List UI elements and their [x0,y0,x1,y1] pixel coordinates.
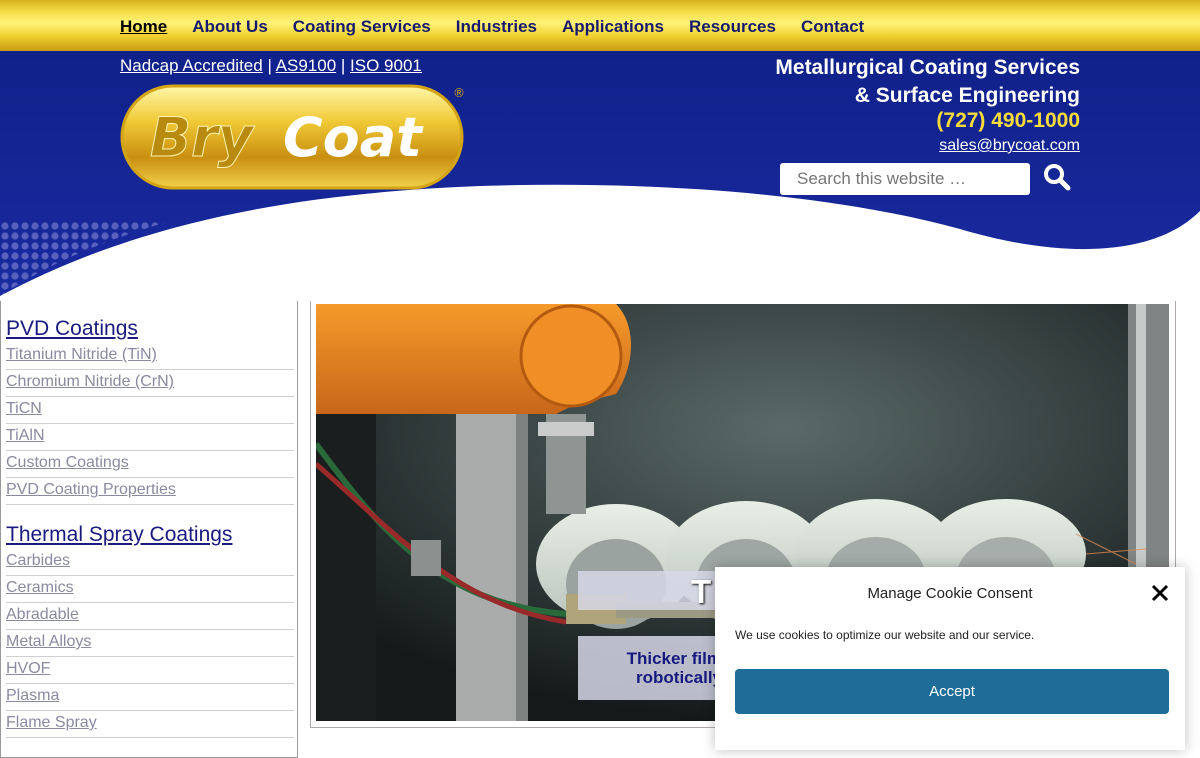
pvd-coatings-list: Titanium Nitride (TiN) Chromium Nitride … [6,343,294,505]
search-input[interactable] [780,163,1030,195]
sidebar: PVD Coatings Titanium Nitride (TiN) Chro… [0,298,298,758]
email-link[interactable]: sales@brycoat.com [939,137,1080,155]
cert-nadcap-link[interactable]: Nadcap Accredited [120,56,263,75]
cert-as9100-link[interactable]: AS9100 [276,56,337,75]
thermal-spray-list: Carbides Ceramics Abradable Metal Alloys… [6,549,294,738]
phone-number[interactable]: (727) 490-1000 [936,109,1080,133]
tagline-line-2: & Surface Engineering [854,84,1080,107]
cert-separator: | [340,56,346,75]
close-icon[interactable] [1151,584,1169,602]
sidebar-item-hvof[interactable]: HVOF [6,657,294,684]
slide-title-text: T [691,573,712,610]
nav-applications[interactable]: Applications [562,17,664,37]
sidebar-heading-thermal-spray[interactable]: Thermal Spray Coatings [6,523,292,547]
tagline: Metallurgical Coating Services & Surface… [775,54,1080,110]
cookie-text: We use cookies to optimize our website a… [735,628,1035,642]
sidebar-item-abradable[interactable]: Abradable [6,603,294,630]
tagline-line-1: Metallurgical Coating Services [775,56,1080,79]
registered-mark: ® [453,86,465,100]
cookie-title: Manage Cookie Consent [867,585,1033,602]
cert-iso9001-link[interactable]: ISO 9001 [350,56,422,75]
nav-home[interactable]: Home [120,17,167,37]
logo-text-coat: Coat [283,106,424,169]
top-nav-bar: Home About Us Coating Services Industrie… [0,0,1200,51]
nav-about-us[interactable]: About Us [192,17,268,37]
sidebar-item-custom-coatings[interactable]: Custom Coatings [6,451,294,478]
sidebar-item-ceramics[interactable]: Ceramics [6,576,294,603]
magnifier-icon[interactable] [1043,163,1071,191]
main-nav: Home About Us Coating Services Industrie… [120,17,889,37]
sidebar-item-pvd-properties[interactable]: PVD Coating Properties [6,478,294,505]
sidebar-item-tialn[interactable]: TiAlN [6,424,294,451]
sidebar-item-plasma[interactable]: Plasma [6,684,294,711]
sidebar-item-metal-alloys[interactable]: Metal Alloys [6,630,294,657]
sidebar-item-tin[interactable]: Titanium Nitride (TiN) [6,343,294,370]
certifications: Nadcap Accredited | AS9100 | ISO 9001 [120,56,422,76]
sidebar-item-flame-spray[interactable]: Flame Spray [6,711,294,738]
sidebar-item-ticn[interactable]: TiCN [6,397,294,424]
brycoat-logo[interactable]: Bry Coat ® [120,84,470,194]
cookie-consent-banner: Manage Cookie Consent We use cookies to … [715,567,1185,750]
nav-coating-services[interactable]: Coating Services [293,17,431,37]
nav-industries[interactable]: Industries [456,17,537,37]
sidebar-item-crn[interactable]: Chromium Nitride (CrN) [6,370,294,397]
sidebar-heading-pvd[interactable]: PVD Coatings [6,317,292,341]
cert-separator: | [267,56,272,75]
nav-resources[interactable]: Resources [689,17,776,37]
sidebar-item-carbides[interactable]: Carbides [6,549,294,576]
logo-text-bry: Bry [150,106,256,169]
nav-contact[interactable]: Contact [801,17,864,37]
accept-cookies-button[interactable]: Accept [735,669,1169,714]
